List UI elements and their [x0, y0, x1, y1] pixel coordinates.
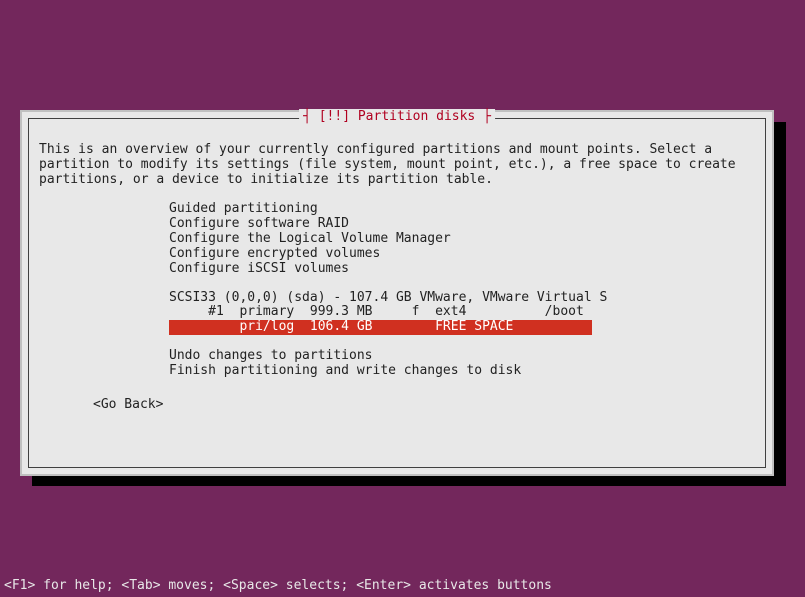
dialog-title: ┤ [!!] Partition disks ├: [299, 109, 495, 124]
partition-dialog: ┤ [!!] Partition disks ├ This is an over…: [20, 110, 774, 476]
menu-configure-lvm[interactable]: Configure the Logical Volume Manager: [169, 232, 755, 247]
partition-freespace-selected[interactable]: pri/log 106.4 GB FREE SPACE: [169, 320, 592, 335]
menu-guided-partitioning[interactable]: Guided partitioning: [169, 202, 755, 217]
disk-section: SCSI33 (0,0,0) (sda) - 107.4 GB VMware, …: [169, 291, 755, 336]
description-text: This is an overview of your currently co…: [39, 143, 755, 188]
go-back-button[interactable]: <Go Back>: [93, 397, 755, 412]
partition-1[interactable]: #1 primary 999.3 MB f ext4 /boot: [169, 305, 755, 320]
disk-header[interactable]: SCSI33 (0,0,0) (sda) - 107.4 GB VMware, …: [169, 291, 755, 306]
menu-configure-iscsi[interactable]: Configure iSCSI volumes: [169, 262, 755, 277]
menu-finish-partitioning[interactable]: Finish partitioning and write changes to…: [169, 364, 755, 379]
dialog-title-text: [!!] Partition disks: [319, 109, 476, 124]
menu-configure-encrypted[interactable]: Configure encrypted volumes: [169, 247, 755, 262]
action-menu-section: Undo changes to partitions Finish partit…: [169, 349, 755, 379]
menu-undo-changes[interactable]: Undo changes to partitions: [169, 349, 755, 364]
dialog-inner: ┤ [!!] Partition disks ├ This is an over…: [28, 118, 766, 468]
footer-help-text: <F1> for help; <Tab> moves; <Space> sele…: [4, 578, 552, 593]
menu-configure-raid[interactable]: Configure software RAID: [169, 217, 755, 232]
config-menu-section: Guided partitioning Configure software R…: [169, 202, 755, 277]
